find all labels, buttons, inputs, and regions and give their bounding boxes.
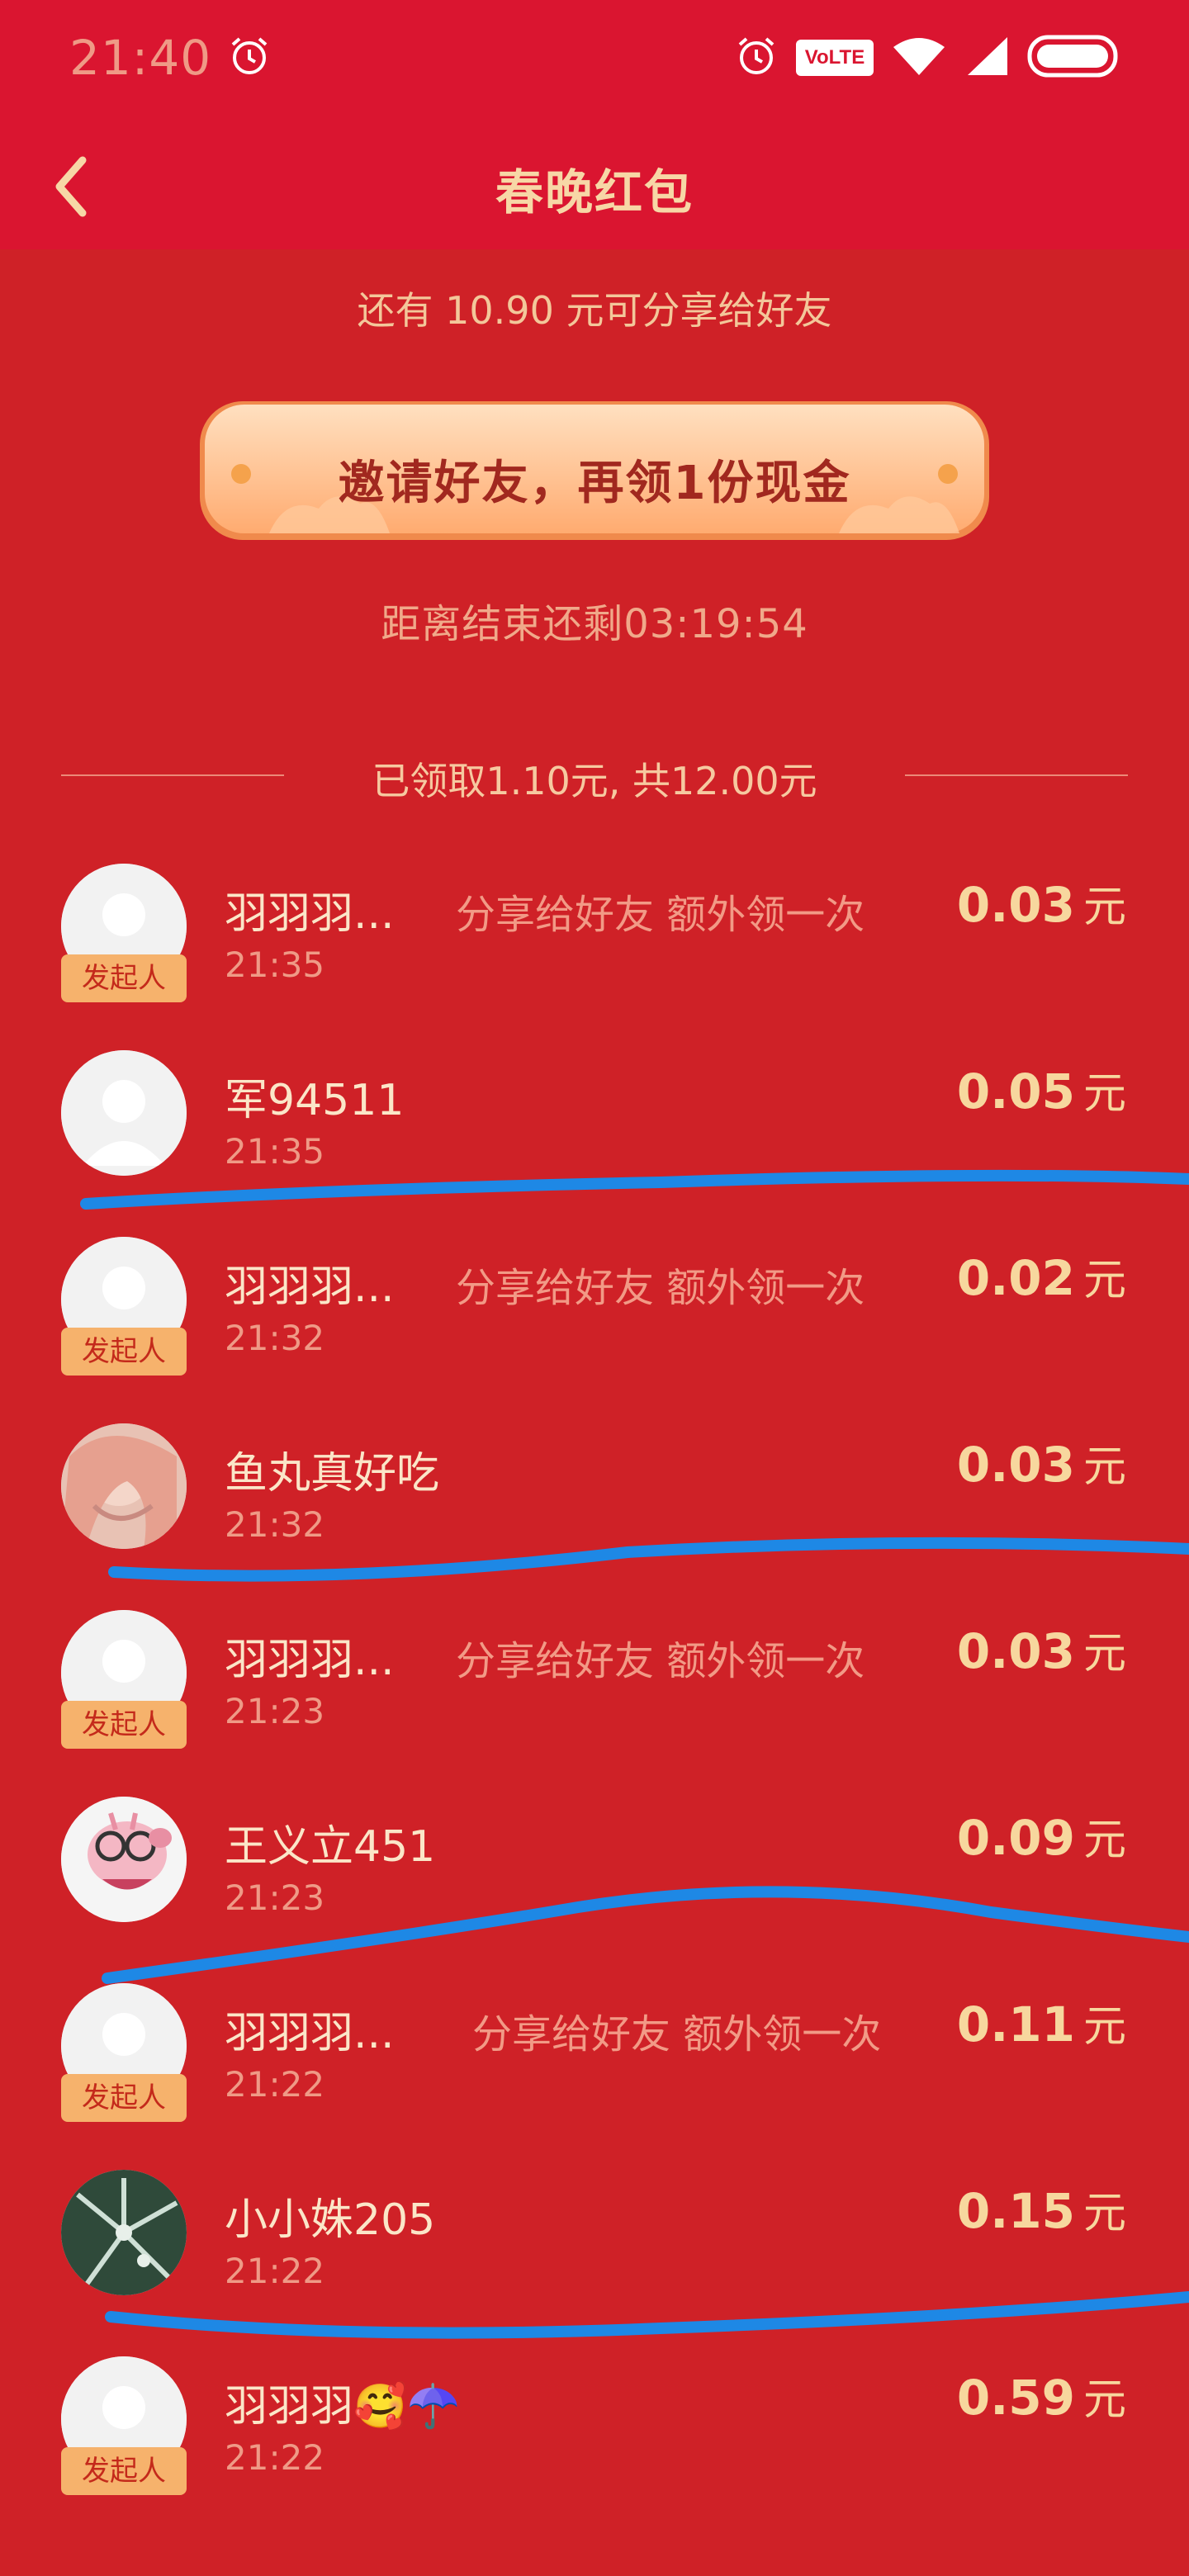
amount-value: 0.03 <box>956 877 1075 933</box>
amount-unit: 元 <box>1082 1816 1126 1865</box>
record-row[interactable]: 小小姝205 21:22 0.15 元 <box>0 2170 1189 2356</box>
amount-unit: 元 <box>1082 2189 1126 2238</box>
record-time: 21:23 <box>225 1878 325 1918</box>
alarm-icon <box>228 35 271 81</box>
amount-unit: 元 <box>1082 2002 1126 2052</box>
record-row[interactable]: 发起人 羽羽羽... 分享给好友 额外领一次 21:35 0.03 元 <box>0 864 1189 1050</box>
record-name: 羽羽羽🥰☂️ <box>225 2382 461 2432</box>
amount-unit: 元 <box>1082 1069 1126 1119</box>
record-extra-note: 分享给好友 额外领一次 <box>456 892 865 938</box>
amount-unit: 元 <box>1082 1442 1126 1492</box>
amount-unit: 元 <box>1082 2375 1126 2425</box>
status-time: 21:40 <box>69 30 212 86</box>
amount-value: 0.02 <box>956 1250 1075 1306</box>
battery-icon <box>1027 35 1120 81</box>
record-amount: 0.15 元 <box>957 2178 1126 2240</box>
amount-unit: 元 <box>1082 1629 1126 1679</box>
invite-button-label: 邀请好友，再领1份现金 <box>338 457 851 510</box>
avatar <box>61 1797 187 1922</box>
record-row[interactable]: 军94511 21:35 0.05 元 <box>0 1050 1189 1237</box>
amount-value: 0.03 <box>956 1437 1075 1493</box>
record-name: 鱼丸真好吃 <box>225 1449 440 1499</box>
avatar <box>61 1050 187 1176</box>
divider-right <box>905 774 1128 776</box>
header: 春晚红包 <box>0 124 1189 239</box>
record-time: 21:35 <box>225 945 325 985</box>
amount-value: 0.03 <box>956 1623 1075 1679</box>
countdown-text: 距离结束还剩03:19:54 <box>381 601 808 647</box>
record-name: 军94511 <box>225 1076 405 1125</box>
share-remaining-text: 还有 10.90 元可分享给好友 <box>357 288 832 333</box>
record-name: 王义立451 <box>225 1822 436 1872</box>
record-extra-note: 分享给好友 额外领一次 <box>472 2011 882 2057</box>
record-name: 羽羽羽... <box>225 1262 395 1312</box>
amount-value: 0.05 <box>956 1063 1075 1120</box>
initiator-badge: 发起人 <box>61 954 187 1002</box>
record-name: 羽羽羽... <box>225 889 395 939</box>
record-time: 21:22 <box>225 2251 325 2291</box>
amount-unit: 元 <box>1082 1256 1126 1305</box>
record-row[interactable]: 发起人 羽羽羽... 分享给好友 额外领一次 21:23 0.03 元 <box>0 1610 1189 1797</box>
record-row[interactable]: 鱼丸真好吃 21:32 0.03 元 <box>0 1423 1189 1610</box>
status-bar: 21:40 VoLTE <box>0 0 1189 116</box>
amount-value: 0.11 <box>956 1996 1075 2053</box>
record-amount: 0.11 元 <box>957 1991 1126 2053</box>
invite-friends-button[interactable]: 邀请好友，再领1份现金 <box>195 396 994 553</box>
avatar <box>61 2170 187 2295</box>
record-row[interactable]: 发起人 羽羽羽... 分享给好友 额外领一次 21:32 0.02 元 <box>0 1237 1189 1423</box>
record-row[interactable]: 发起人 羽羽羽... 分享给好友 额外领一次 21:22 0.11 元 <box>0 1983 1189 2170</box>
record-time: 21:22 <box>225 2437 325 2478</box>
alarm-icon <box>735 35 778 81</box>
record-name: 小小姝205 <box>225 2195 436 2245</box>
initiator-badge: 发起人 <box>61 1701 187 1749</box>
amount-value: 0.15 <box>956 2183 1075 2239</box>
record-amount: 0.03 元 <box>957 872 1126 934</box>
record-amount: 0.03 元 <box>957 1432 1126 1494</box>
record-time: 21:32 <box>225 1504 325 1545</box>
volte-icon: VoLTE <box>796 40 874 76</box>
initiator-badge: 发起人 <box>61 2447 187 2495</box>
record-extra-note: 分享给好友 额外领一次 <box>456 1265 865 1311</box>
record-amount: 0.02 元 <box>957 1245 1126 1307</box>
signal-icon <box>964 36 1009 80</box>
summary-text: 已领取1.10元, 共12.00元 <box>372 759 817 803</box>
record-row[interactable]: 发起人 羽羽羽🥰☂️ 21:22 0.59 元 <box>0 2356 1189 2543</box>
record-amount: 0.05 元 <box>957 1058 1126 1120</box>
amount-unit: 元 <box>1082 883 1126 932</box>
record-amount: 0.03 元 <box>957 1618 1126 1680</box>
record-amount: 0.59 元 <box>957 2365 1126 2427</box>
record-time: 21:23 <box>225 1691 325 1731</box>
amount-value: 0.09 <box>956 1810 1075 1866</box>
wifi-icon <box>892 36 946 80</box>
record-time: 21:35 <box>225 1131 325 1172</box>
record-time: 21:22 <box>225 2064 325 2105</box>
record-time: 21:32 <box>225 1318 325 1358</box>
record-amount: 0.09 元 <box>957 1805 1126 1867</box>
initiator-badge: 发起人 <box>61 2074 187 2122</box>
top-bar: 21:40 VoLTE 春晚红包 <box>0 0 1189 249</box>
amount-value: 0.59 <box>956 2370 1075 2426</box>
record-name: 羽羽羽... <box>225 1636 395 1685</box>
record-row[interactable]: 王义立451 21:23 0.09 元 <box>0 1797 1189 1983</box>
page-title: 春晚红包 <box>495 164 694 220</box>
record-extra-note: 分享给好友 额外领一次 <box>456 1638 865 1684</box>
initiator-badge: 发起人 <box>61 1328 187 1376</box>
record-name: 羽羽羽... <box>225 2009 395 2058</box>
avatar <box>61 1423 187 1549</box>
